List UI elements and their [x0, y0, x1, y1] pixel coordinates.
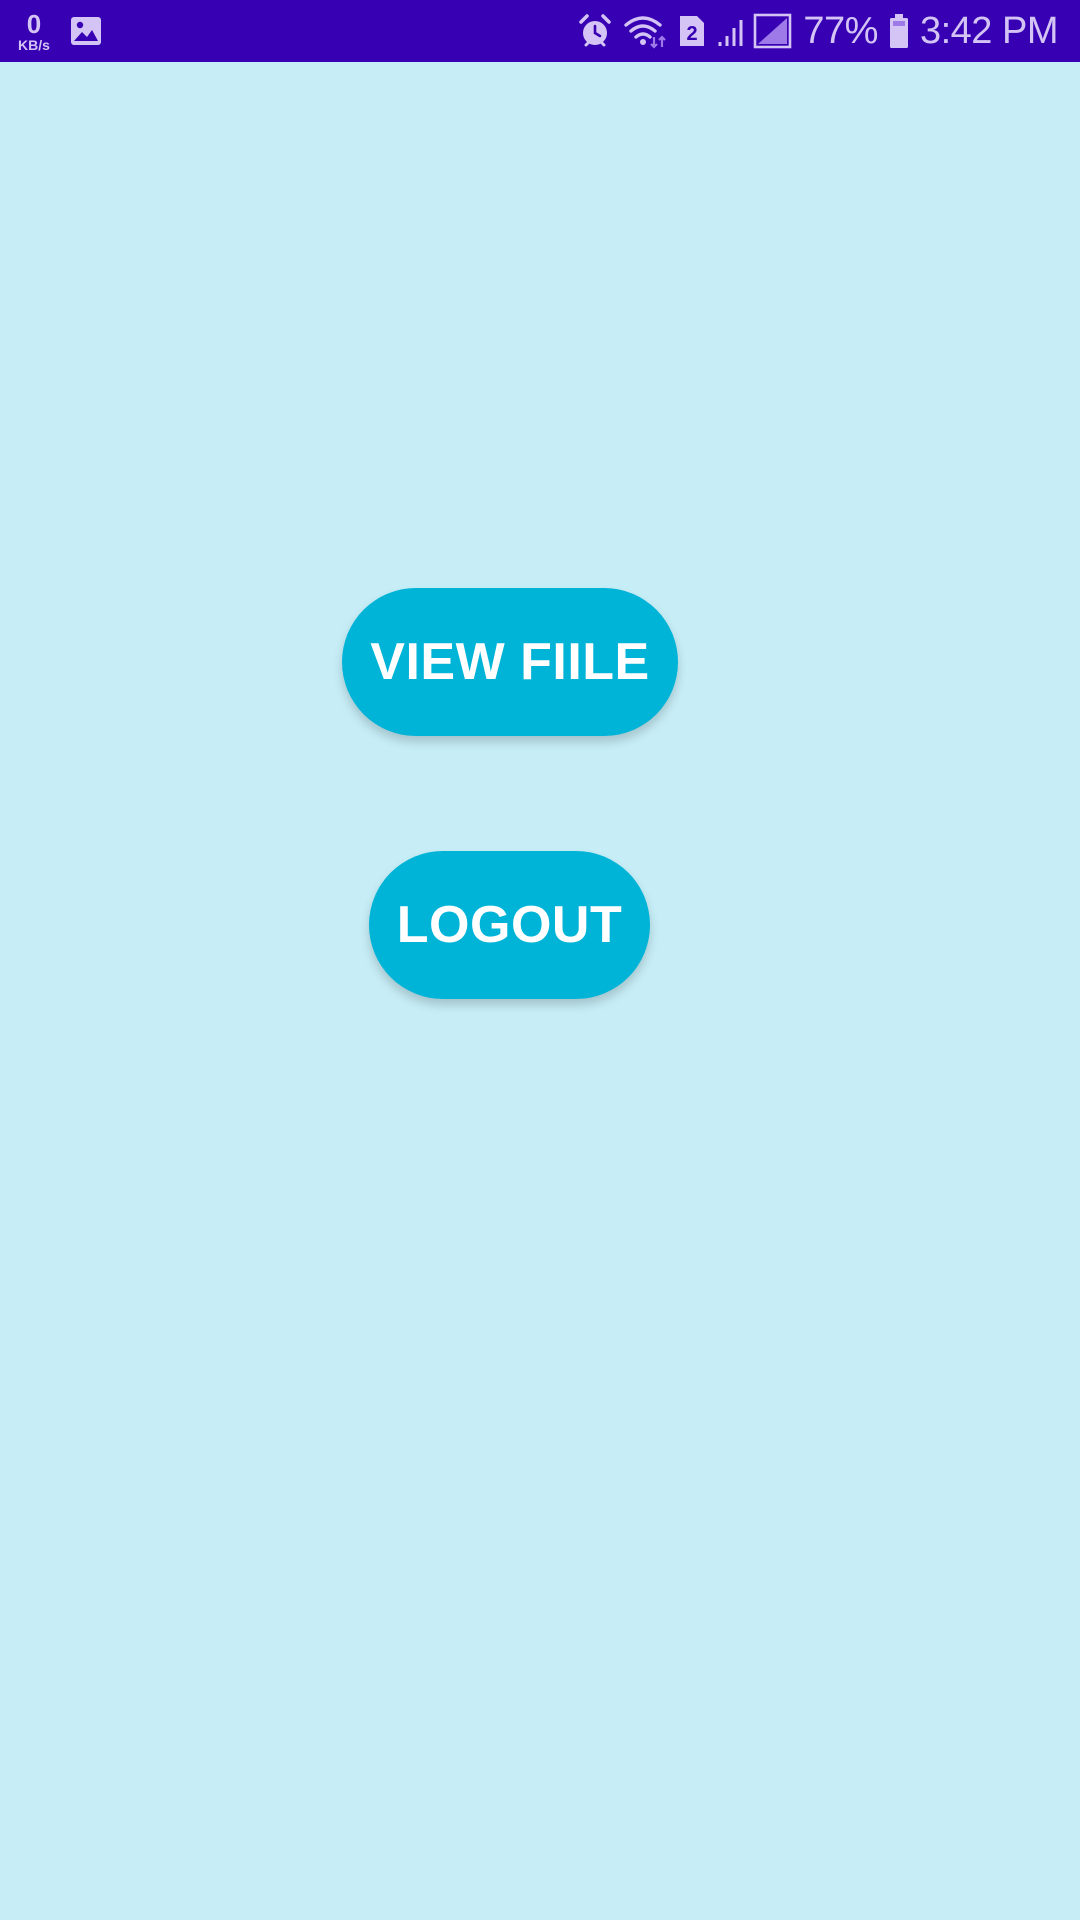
clock: 3:42 PM: [919, 9, 1059, 52]
view-file-button[interactable]: VIEW FIILE: [342, 588, 678, 736]
status-bar-left: 0 KB/s: [14, 0, 102, 62]
network-speed-value: 0: [26, 8, 42, 39]
network-speed-indicator: 0 KB/s: [14, 11, 54, 52]
signal-icon: [717, 12, 793, 50]
main-screen: VIEW FIILE LOGOUT: [0, 62, 1080, 1920]
status-bar-right: 2 77% 3:42 PM: [577, 0, 1059, 62]
status-bar: 0 KB/s 2 77% 3:42 PM: [0, 0, 1080, 62]
alarm-icon: [577, 13, 613, 49]
wifi-icon: [623, 13, 667, 49]
logout-button[interactable]: LOGOUT: [369, 851, 650, 999]
image-icon: [70, 16, 102, 46]
svg-text:2: 2: [687, 23, 698, 45]
network-speed-unit: KB/s: [18, 36, 50, 53]
battery-percent: 77%: [803, 9, 878, 52]
battery-icon: [888, 13, 910, 49]
sim-2-icon: 2: [677, 14, 707, 48]
